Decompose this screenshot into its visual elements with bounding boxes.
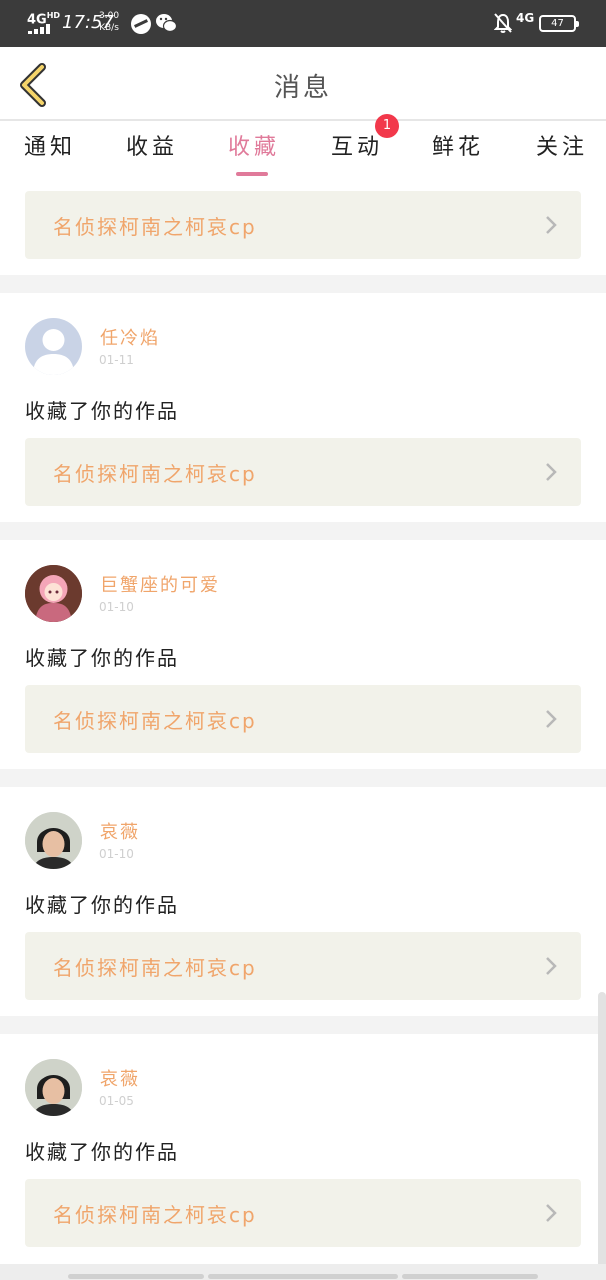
work-link[interactable]: 名侦探柯南之柯哀cp [25,685,581,753]
status-bar: 4GHD 17:57 3.00 KB/s 4G 47 [0,0,606,47]
timestamp: 01-05 [99,1094,134,1108]
list-item: 巨蟹座的可爱 01-10 收藏了你的作品 名侦探柯南之柯哀cp [0,540,606,769]
page-title: 消息 [273,73,332,103]
avatar[interactable] [25,318,82,375]
network-type-2: 4G [516,11,535,25]
work-title: 名侦探柯南之柯哀cp [53,462,257,486]
chevron-right-icon [546,1204,557,1222]
timestamp: 01-11 [99,353,134,367]
anime-avatar [25,565,82,622]
active-tab-indicator [236,172,269,176]
avatar[interactable] [25,812,82,869]
photo-avatar [25,1059,82,1116]
action-text: 收藏了你的作品 [25,1140,179,1164]
chevron-right-icon [546,216,557,234]
battery-icon: 47 [539,15,579,32]
action-text: 收藏了你的作品 [25,646,179,670]
work-link[interactable]: 名侦探柯南之柯哀cp [25,932,581,1000]
timestamp: 01-10 [99,600,134,614]
default-avatar-icon [33,329,74,375]
user-name[interactable]: 巨蟹座的可爱 [100,571,220,597]
tab-earnings[interactable]: 收益 [126,129,178,177]
list-item: 任冷焰 01-11 收藏了你的作品 名侦探柯南之柯哀cp [0,293,606,522]
user-name[interactable]: 哀薇 [100,1065,140,1091]
interactions-badge: 1 [375,114,399,138]
avatar[interactable] [25,1059,82,1116]
photo-avatar [25,812,82,869]
work-title: 名侦探柯南之柯哀cp [53,709,257,733]
list-item: 哀薇 01-10 收藏了你的作品 名侦探柯南之柯哀cp [0,787,606,1016]
timestamp: 01-10 [99,847,134,861]
user-name[interactable]: 任冷焰 [100,324,160,350]
action-text: 收藏了你的作品 [25,893,179,917]
work-title: 名侦探柯南之柯哀cp [53,215,257,239]
tab-bar: 通知 收益 收藏 互动 鲜花 关注 [0,121,606,177]
tab-notifications[interactable]: 通知 [24,129,76,177]
tab-following[interactable]: 关注 [536,129,588,177]
work-title: 名侦探柯南之柯哀cp [53,1203,257,1227]
tab-favorites[interactable]: 收藏 [228,129,280,177]
bell-off-icon [494,13,512,33]
app-icon [131,14,151,34]
user-name[interactable]: 哀薇 [100,818,140,844]
work-link[interactable]: 名侦探柯南之柯哀cp [25,1179,581,1247]
network-speed: 3.00 KB/s [99,11,120,33]
scrollbar[interactable] [598,992,606,1280]
list-item: 哀薇 01-05 收藏了你的作品 名侦探柯南之柯哀cp [0,1034,606,1264]
chevron-right-icon [546,710,557,728]
header: 消息 [0,47,606,121]
avatar[interactable] [25,565,82,622]
list-item: 名侦探柯南之柯哀cp [0,177,606,275]
work-title: 名侦探柯南之柯哀cp [53,956,257,980]
tab-interactions[interactable]: 互动 [331,129,383,177]
chevron-right-icon [546,957,557,975]
bottom-tab-bar [0,1264,606,1280]
work-link[interactable]: 名侦探柯南之柯哀cp [25,191,581,259]
wechat-icon [156,14,177,33]
action-text: 收藏了你的作品 [25,399,179,423]
tab-flowers[interactable]: 鲜花 [432,129,484,177]
signal-icon [28,24,54,34]
work-link[interactable]: 名侦探柯南之柯哀cp [25,438,581,506]
chevron-right-icon [546,463,557,481]
